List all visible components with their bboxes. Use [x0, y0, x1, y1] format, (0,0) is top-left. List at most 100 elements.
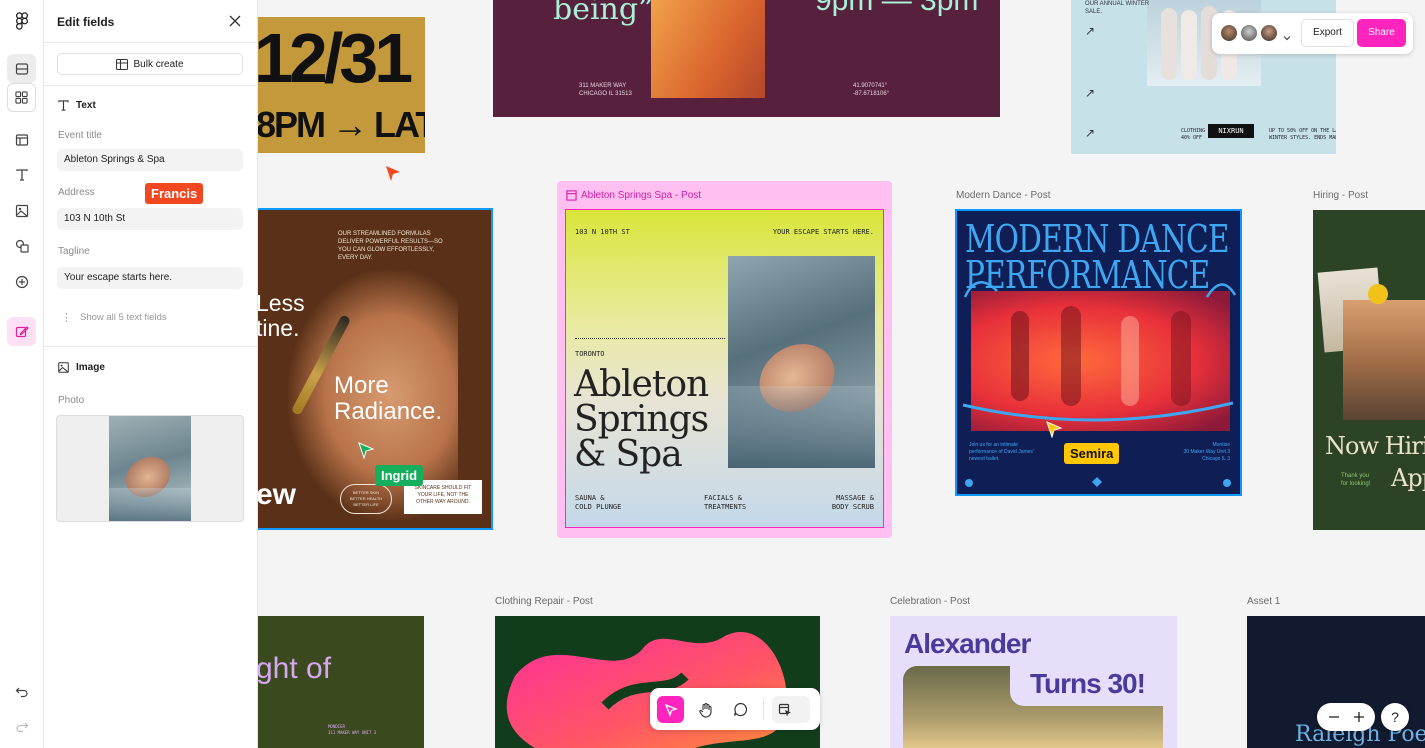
- layers-icon[interactable]: [7, 54, 36, 83]
- hiring-title-1: Now Hirin: [1325, 432, 1425, 460]
- avatar[interactable]: [1219, 23, 1239, 43]
- tagline-label: Tagline: [58, 246, 90, 257]
- skincare-new: ew: [258, 478, 297, 511]
- dance-frame-label[interactable]: Modern Dance - Post: [956, 190, 1051, 201]
- hand-tool-icon[interactable]: [692, 696, 719, 723]
- minus-icon: [1329, 716, 1339, 718]
- skincare-more: More Radiance.: [334, 372, 443, 425]
- avatar[interactable]: [1259, 23, 1279, 43]
- hiring-title-2: Apply: [1391, 464, 1425, 492]
- address-field[interactable]: 103 N 10th St: [57, 208, 243, 230]
- spa-city: TORONTO: [575, 350, 605, 358]
- redo-icon[interactable]: [7, 711, 36, 740]
- undo-icon[interactable]: [7, 676, 36, 705]
- frame-template-icon[interactable]: [7, 125, 36, 154]
- celebration-frame-label[interactable]: Celebration - Post: [890, 596, 970, 607]
- spa-frame-label[interactable]: Ableton Springs Spa - Post: [566, 190, 701, 201]
- frame-being[interactable]: being” 9pm — 3pm 311 MAKER WAY CHICAGO I…: [493, 0, 1000, 117]
- chevron-down-icon[interactable]: [1283, 29, 1291, 47]
- panel-title: Edit fields: [57, 15, 115, 29]
- skincare-copy: OUR STREAMLINED FORMULAS DELIVER POWERFU…: [338, 231, 443, 261]
- frame-spa[interactable]: 103 N 10TH ST YOUR ESCAPE STARTS HERE. T…: [565, 209, 884, 528]
- frame-celebration[interactable]: Alexander Turns 30!: [890, 616, 1177, 748]
- asset-frame-label[interactable]: Asset 1: [1247, 596, 1280, 607]
- photo-thumbnail: [109, 416, 191, 521]
- text-tool-icon[interactable]: [7, 160, 36, 189]
- spa-service-1: SAUNA & COLD PLUNGE: [575, 494, 622, 511]
- spa-photo: [728, 256, 875, 468]
- clothing-frame-label[interactable]: Clothing Repair - Post: [495, 596, 593, 607]
- question-icon: ?: [1391, 709, 1399, 725]
- frame-light[interactable]: ght of MONDIER 311 MAKER WAY UNIT 3: [258, 616, 424, 748]
- divider: [44, 85, 258, 86]
- tagline-field[interactable]: Your escape starts here.: [57, 267, 243, 289]
- tool-strip: [0, 0, 44, 748]
- hiring-thanks: Thank you for looking!: [1341, 473, 1371, 487]
- dance-right: Montise 30 Maker Way Unit 3 Chicago IL 3: [1183, 442, 1231, 462]
- actions-icon[interactable]: [772, 696, 810, 723]
- move-tool-icon[interactable]: [657, 696, 684, 723]
- avatar[interactable]: [1239, 23, 1259, 43]
- spa-tagline: YOUR ESCAPE STARTS HERE.: [772, 228, 874, 236]
- spa-title: Ableton Springs & Spa: [574, 364, 709, 475]
- share-button[interactable]: Share: [1357, 19, 1406, 47]
- celebration-line-1: Alexander: [904, 628, 1031, 659]
- image-tool-icon[interactable]: [7, 196, 36, 225]
- photo-label: Photo: [58, 395, 85, 406]
- arrow-icon: ↗: [1085, 126, 1096, 140]
- shapes-tool-icon[interactable]: [7, 231, 36, 260]
- ingrid-cursor-icon: [358, 442, 375, 459]
- top-right-bar: Export Share: [1212, 13, 1413, 54]
- arrow-icon: ↗: [1085, 86, 1096, 100]
- bulk-create-button[interactable]: Bulk create: [57, 53, 243, 75]
- frame-hiring[interactable]: Now Hirin Thank you for looking! Apply: [1313, 210, 1425, 530]
- spa-dotted-line: [575, 338, 725, 339]
- being-address: 311 MAKER WAY CHICAGO IL 31513: [579, 83, 632, 97]
- zoom-out-button[interactable]: [1323, 706, 1345, 728]
- comment-tool-icon[interactable]: [727, 696, 754, 723]
- hiring-photo-2: [1343, 300, 1425, 420]
- edit-fields-icon[interactable]: [7, 317, 36, 346]
- text-section-header: Text: [58, 100, 96, 111]
- being-coords: 41.9070741° -87.6718106°: [853, 83, 890, 97]
- plugins-icon[interactable]: [7, 267, 36, 296]
- light-text: ght of: [258, 652, 332, 685]
- francis-cursor-tag: Francis: [145, 183, 204, 204]
- celebration-line-2: Turns 30!: [1030, 668, 1146, 699]
- frame-party[interactable]: 12/31 8PM → LATE: [258, 0, 425, 153]
- export-button[interactable]: Export: [1301, 19, 1354, 47]
- figma-logo-icon[interactable]: [7, 6, 36, 35]
- semira-cursor-icon: [1046, 421, 1063, 438]
- semira-cursor-tag: Semira: [1064, 443, 1120, 464]
- spa-service-2: FACIALS & TREATMENTS: [704, 494, 747, 511]
- party-time: 8PM → LATE: [258, 104, 425, 145]
- dance-left: Join us for an intimate performance of D…: [969, 442, 1034, 462]
- frame-icon: [566, 190, 577, 201]
- zoom-in-button[interactable]: [1348, 706, 1370, 728]
- francis-cursor-icon: [386, 166, 400, 181]
- being-time: 9pm — 3pm: [815, 0, 979, 17]
- close-icon[interactable]: [228, 14, 242, 28]
- skincare-tine: tine.: [258, 315, 300, 341]
- image-section-header: Image: [58, 362, 105, 373]
- help-button[interactable]: ?: [1381, 703, 1409, 731]
- ingrid-cursor-tag: Ingrid: [375, 465, 424, 486]
- design-canvas[interactable]: 12/31 8PM → LATE being” 9pm — 3pm 311 MA…: [258, 0, 1425, 748]
- being-word: being”: [553, 0, 654, 27]
- spa-service-3: MASSAGE & BODY SCRUB: [831, 494, 874, 511]
- plus-icon: [1354, 712, 1364, 722]
- address-label: Address: [58, 187, 95, 198]
- event-title-field[interactable]: Ableton Springs & Spa: [57, 149, 243, 171]
- divider: [44, 42, 258, 43]
- show-all-fields-button[interactable]: ⋮ Show all 5 text fields: [61, 311, 167, 324]
- skincare-badge: BETTER SKIN BETTER HEALTH BETTER LIFE: [340, 484, 392, 514]
- hiring-frame-label[interactable]: Hiring - Post: [1313, 190, 1368, 201]
- light-small: MONDIER 311 MAKER WAY UNIT 3: [328, 724, 377, 735]
- text-icon: [58, 100, 69, 111]
- bottom-toolbar: [650, 688, 820, 730]
- skincare-less: Less: [258, 290, 305, 316]
- assets-grid-icon[interactable]: [7, 83, 36, 112]
- photo-field[interactable]: [56, 415, 244, 522]
- more-vertical-icon: ⋮: [61, 312, 72, 324]
- image-icon: [58, 362, 69, 373]
